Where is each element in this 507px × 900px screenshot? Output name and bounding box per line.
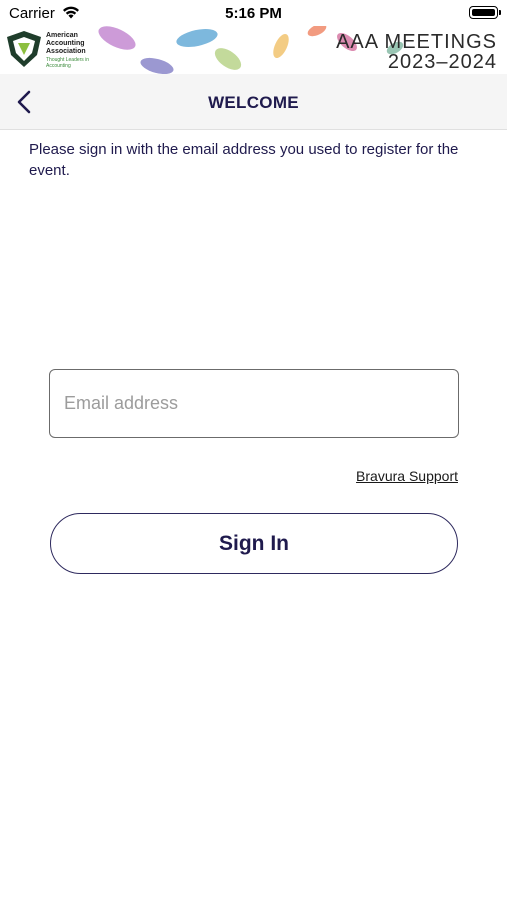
meeting-title: AAA MEETINGS [336,31,497,53]
meeting-years: 2023–2024 [387,51,497,73]
bravura-support-link[interactable]: Bravura Support [356,468,458,484]
event-banner: American Accounting Association Thought … [0,26,507,74]
email-field[interactable] [49,369,459,438]
status-bar: Carrier 5:16 PM [0,0,507,26]
clock: 5:16 PM [225,5,282,22]
sign-in-instructions: Please sign in with the email address yo… [29,141,459,179]
aaa-logo-icon [7,31,41,67]
battery-icon [469,6,501,19]
sign-in-button[interactable]: Sign In [50,513,458,574]
navigation-bar: WELCOME [0,74,507,130]
org-tagline: Thought Leaders in Accounting [46,57,90,69]
page-title: WELCOME [208,93,299,112]
